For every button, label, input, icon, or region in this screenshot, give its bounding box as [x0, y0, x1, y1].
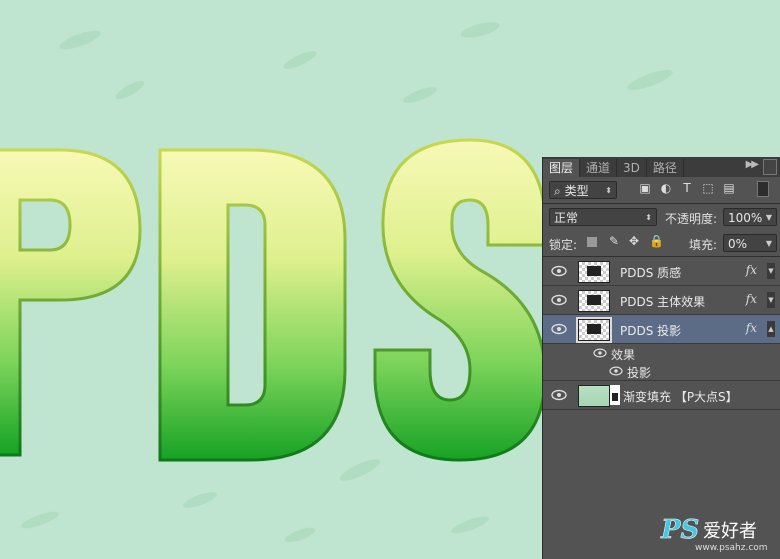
expand-panel-icon[interactable]: ▶▶: [746, 159, 759, 170]
layer-thumbnail: [578, 261, 610, 283]
adjustment-filter-icon[interactable]: ◐: [659, 181, 673, 195]
layer-mask-icon: [610, 385, 620, 405]
search-icon: ⌕: [554, 184, 561, 198]
layer-name: PDDS 主体效果: [620, 295, 706, 309]
effect-item-drop-shadow[interactable]: 投影: [543, 362, 780, 381]
filter-row: ⌕ 类型 ⬍ ▣ ◐ T ⬚ ▤: [543, 177, 780, 203]
gradient-thumbnail: [578, 385, 610, 407]
tab-paths[interactable]: 路径: [647, 159, 684, 177]
effects-toggle-icon[interactable]: ▲: [767, 321, 775, 337]
layer-row-gradient-fill[interactable]: 渐变填充 【P大点S】: [543, 381, 780, 410]
shape-filter-icon[interactable]: ⬚: [701, 181, 715, 195]
layer-thumbnail: [578, 290, 610, 312]
fill-input[interactable]: 0% ▼: [723, 234, 777, 252]
effects-group[interactable]: 效果: [543, 344, 780, 362]
effects-toggle-icon[interactable]: ▼: [767, 263, 775, 279]
tab-channels[interactable]: 通道: [580, 159, 618, 177]
layer-name: PDDS 投影: [620, 324, 682, 338]
chevron-updown-icon: ⬍: [605, 186, 612, 195]
lock-all-icon[interactable]: 🔒: [649, 234, 664, 248]
fx-icon[interactable]: fx: [746, 292, 757, 306]
lock-label: 锁定:: [549, 238, 578, 252]
layer-name: 渐变填充 【P大点S】: [623, 390, 738, 404]
effects-toggle-icon[interactable]: ▼: [767, 292, 775, 308]
layer-row-texture[interactable]: PDDS 质感 fx ▼: [543, 257, 780, 286]
chevron-down-icon: ▼: [765, 239, 772, 248]
type-filter-icon[interactable]: T: [680, 181, 694, 195]
opacity-label: 不透明度:: [665, 212, 718, 226]
lock-transparent-icon[interactable]: [587, 237, 597, 247]
chevron-down-icon: ▼: [765, 213, 772, 222]
opacity-value: 100%: [728, 211, 763, 225]
svg-text:爱好者: 爱好者: [703, 521, 757, 542]
blend-row: 正常 ⬍ 不透明度: 100% ▼: [543, 204, 780, 230]
watermark-logo: PS 爱好者 www.psahz.com: [659, 512, 769, 555]
lock-row: 锁定: ✎ ✥ 🔒 填充: 0% ▼: [543, 230, 780, 256]
tab-3d[interactable]: 3D: [617, 159, 647, 177]
filter-kind-label: 类型: [564, 184, 589, 198]
svg-text:PS: PS: [660, 515, 699, 545]
effects-label: 效果: [611, 348, 636, 362]
layer-row-main-effect[interactable]: PDDS 主体效果 fx ▼: [543, 286, 780, 315]
layer-name: PDDS 质感: [620, 266, 682, 280]
svg-text:www.psahz.com: www.psahz.com: [695, 543, 768, 552]
opacity-input[interactable]: 100% ▼: [723, 208, 777, 226]
blend-mode-select[interactable]: 正常 ⬍: [549, 208, 657, 226]
eye-icon[interactable]: [551, 264, 567, 278]
eye-icon[interactable]: [551, 293, 567, 307]
eye-icon[interactable]: [551, 322, 567, 336]
chevron-updown-icon: ⬍: [645, 213, 652, 222]
lock-brush-icon[interactable]: ✎: [607, 234, 621, 248]
lock-move-icon[interactable]: ✥: [627, 234, 641, 248]
fx-icon[interactable]: fx: [746, 321, 757, 335]
eye-icon[interactable]: [593, 347, 607, 359]
tab-layers[interactable]: 图层: [543, 159, 581, 177]
smartobject-filter-icon[interactable]: ▤: [722, 181, 736, 195]
panel-tabs: 图层 通道 3D 路径 ▶▶: [543, 157, 780, 177]
fill-value: 0%: [728, 237, 748, 251]
layers-panel: 图层 通道 3D 路径 ▶▶ ⌕ 类型 ⬍ ▣ ◐ T ⬚ ▤ 正常 ⬍ 不透明…: [542, 157, 780, 559]
layer-row-shadow[interactable]: PDDS 投影 fx ▲: [543, 315, 780, 344]
effect-name: 投影: [627, 366, 652, 380]
blend-mode-value: 正常: [554, 211, 579, 225]
filter-kind-select[interactable]: ⌕ 类型 ⬍: [549, 181, 617, 199]
layer-thumbnail: [576, 317, 612, 343]
fx-icon[interactable]: fx: [746, 263, 757, 277]
eye-icon[interactable]: [609, 365, 623, 377]
fill-label: 填充:: [689, 238, 718, 252]
panel-menu-icon[interactable]: [763, 159, 777, 175]
pixel-filter-icon[interactable]: ▣: [638, 181, 652, 195]
eye-icon[interactable]: [551, 388, 567, 402]
filter-toggle-icon[interactable]: [757, 181, 769, 197]
